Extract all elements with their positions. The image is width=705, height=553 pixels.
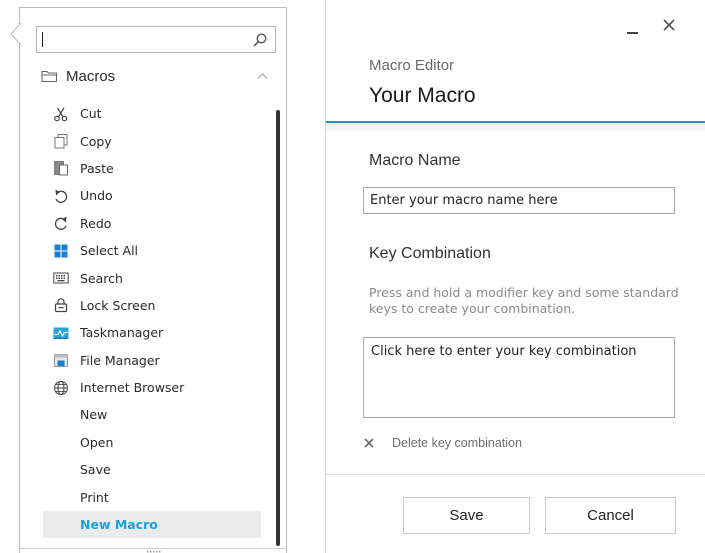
scrollbar-thumb[interactable]: [276, 110, 280, 546]
macro-list: Cut Copy Paste Undo Redo Select All Sear…: [43, 100, 261, 539]
delete-key-combination-label: Delete key combination: [392, 436, 522, 450]
list-item-lock-screen[interactable]: Lock Screen: [43, 292, 261, 319]
header-shadow: [326, 123, 705, 133]
key-combination-input[interactable]: Click here to enter your key combination: [363, 337, 675, 418]
list-item-search[interactable]: Search: [43, 264, 261, 291]
chevron-up-icon[interactable]: [257, 72, 268, 80]
taskmanager-icon: [53, 327, 69, 339]
panel-bottom-divider: [20, 548, 286, 549]
lock-icon: [54, 298, 68, 313]
macro-name-label: Macro Name: [369, 152, 461, 169]
panel-pointer-notch: [10, 23, 22, 45]
file-manager-icon: [54, 354, 68, 368]
redo-icon: [54, 216, 67, 231]
list-item-cut[interactable]: Cut: [43, 100, 261, 127]
footer-divider: [326, 474, 705, 475]
dialog-title: Your Macro: [369, 84, 476, 107]
list-item-file-manager[interactable]: File Manager: [43, 347, 261, 374]
dialog-subtitle: Macro Editor: [369, 57, 455, 74]
delete-key-combination-button[interactable]: Delete key combination: [363, 436, 522, 450]
scissors-icon: [54, 107, 68, 121]
undo-icon: [55, 189, 68, 203]
copy-icon: [54, 134, 68, 149]
macro-name-input[interactable]: [363, 187, 675, 214]
macros-group-header[interactable]: Macros: [36, 64, 276, 88]
group-label: Macros: [66, 67, 116, 85]
delete-x-icon: [364, 438, 374, 448]
list-item-taskmanager[interactable]: Taskmanager: [43, 319, 261, 346]
text-caret: [42, 32, 43, 47]
macro-editor-dialog: Macro Editor Your Macro Macro Name Key C…: [325, 0, 705, 553]
save-button[interactable]: Save: [403, 497, 530, 534]
list-item-internet-browser[interactable]: Internet Browser: [43, 374, 261, 401]
close-icon[interactable]: [660, 16, 678, 34]
search-icon[interactable]: [252, 32, 268, 48]
paste-icon: [54, 161, 68, 176]
search-field[interactable]: [36, 26, 276, 53]
minimize-icon: [627, 32, 638, 34]
list-item-paste[interactable]: Paste: [43, 155, 261, 182]
list-item-select-all[interactable]: Select All: [43, 237, 261, 264]
key-combination-help-text: Press and hold a modifier key and some s…: [369, 285, 679, 316]
keyboard-icon: [53, 272, 69, 284]
key-combination-label: Key Combination: [369, 245, 491, 262]
macro-list-panel: Macros Cut Copy Paste Undo Redo Select A…: [19, 7, 287, 553]
minimize-button[interactable]: [624, 20, 642, 36]
list-item-new-macro[interactable]: New Macro: [43, 510, 261, 539]
search-input[interactable]: [37, 27, 247, 52]
select-all-icon: [54, 244, 68, 258]
list-item-new[interactable]: New: [43, 401, 261, 428]
list-item-undo[interactable]: Undo: [43, 182, 261, 209]
cancel-button[interactable]: Cancel: [545, 497, 676, 534]
list-item-save[interactable]: Save: [43, 456, 261, 483]
globe-icon: [54, 380, 68, 395]
list-item-redo[interactable]: Redo: [43, 210, 261, 237]
list-item-open[interactable]: Open: [43, 429, 261, 456]
list-item-print[interactable]: Print: [43, 483, 261, 510]
list-item-copy[interactable]: Copy: [43, 127, 261, 154]
folder-icon: [41, 70, 58, 83]
